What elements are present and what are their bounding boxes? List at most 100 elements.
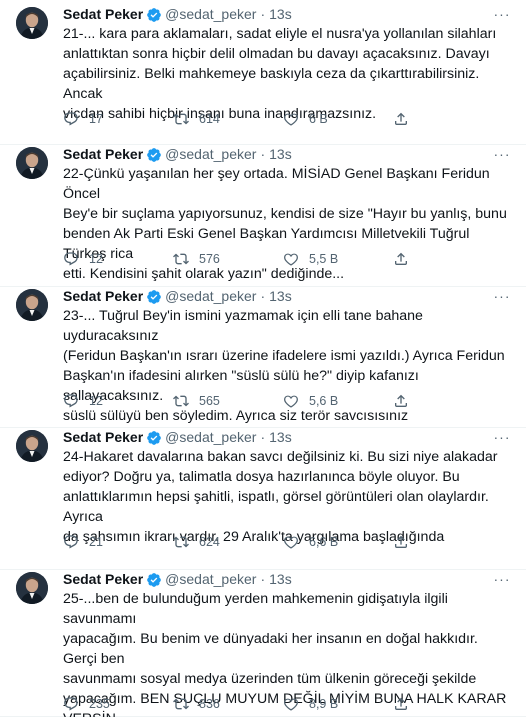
reply-button[interactable]: 17 — [63, 111, 173, 127]
share-button[interactable] — [393, 696, 503, 712]
like-count: 6,6 B — [309, 535, 339, 549]
like-count: 6 B — [309, 112, 328, 126]
tweet-header: Sedat Peker @sedat_peker · 13s — [63, 5, 292, 24]
reply-icon — [64, 112, 78, 126]
avatar-image — [16, 147, 48, 179]
retweet-icon — [173, 113, 189, 125]
more-dots-icon[interactable]: ··· — [492, 286, 512, 306]
author-handle[interactable]: @sedat_peker — [165, 5, 256, 24]
author-handle[interactable]: @sedat_peker — [165, 570, 256, 589]
separator-dot: · — [260, 571, 266, 587]
tweet[interactable]: Sedat Peker @sedat_peker · 13s ··· 23-..… — [0, 287, 526, 428]
retweet-icon — [173, 698, 189, 710]
avatar-image — [16, 430, 48, 462]
timestamp[interactable]: 13s — [269, 145, 292, 164]
separator-dot: · — [260, 6, 266, 22]
author-handle[interactable]: @sedat_peker — [165, 287, 256, 306]
reply-button[interactable]: 235 — [63, 696, 173, 712]
more-dots-icon[interactable]: ··· — [492, 427, 512, 447]
like-button[interactable]: 5,6 B — [283, 393, 393, 409]
reply-count: 235 — [89, 697, 110, 711]
share-button[interactable] — [393, 534, 503, 550]
retweet-icon — [173, 253, 189, 265]
share-button[interactable] — [393, 393, 503, 409]
share-icon — [395, 697, 407, 710]
author-name[interactable]: Sedat Peker — [63, 570, 143, 589]
separator-dot: · — [260, 429, 266, 445]
reply-button[interactable]: 12 — [63, 393, 173, 409]
like-count: 8,9 B — [309, 697, 339, 711]
reply-icon — [64, 535, 78, 549]
tweet[interactable]: Sedat Peker @sedat_peker · 13s ··· 25-..… — [0, 570, 526, 717]
tweet-actions: 12 576 5,5 B — [63, 249, 503, 269]
like-icon — [284, 698, 298, 711]
tweet[interactable]: Sedat Peker @sedat_peker · 13s ··· 22-Çü… — [0, 145, 526, 287]
share-icon — [395, 252, 407, 265]
author-name[interactable]: Sedat Peker — [63, 5, 143, 24]
separator-dot: · — [260, 288, 266, 304]
retweet-button[interactable]: 624 — [173, 534, 283, 550]
like-button[interactable]: 5,5 B — [283, 251, 393, 267]
like-button[interactable]: 6 B — [283, 111, 393, 127]
reply-count: 21 — [89, 535, 103, 549]
share-button[interactable] — [393, 111, 503, 127]
retweet-count: 624 — [199, 535, 220, 549]
verified-badge-icon — [146, 7, 162, 23]
tweet-actions: 21 624 6,6 B — [63, 532, 503, 552]
avatar-image — [16, 289, 48, 321]
retweet-button[interactable]: 836 — [173, 696, 283, 712]
retweet-icon — [173, 395, 189, 407]
verified-badge-icon — [146, 430, 162, 446]
retweet-button[interactable]: 614 — [173, 111, 283, 127]
tweet-header: Sedat Peker @sedat_peker · 13s — [63, 428, 292, 447]
more-dots-icon[interactable]: ··· — [492, 4, 512, 24]
author-name[interactable]: Sedat Peker — [63, 287, 143, 306]
like-icon — [284, 253, 298, 266]
tweet-header: Sedat Peker @sedat_peker · 13s — [63, 287, 292, 306]
avatar[interactable] — [16, 572, 48, 604]
verified-badge-icon — [146, 147, 162, 163]
avatar[interactable] — [16, 289, 48, 321]
retweet-icon — [173, 536, 189, 548]
timestamp[interactable]: 13s — [269, 428, 292, 447]
avatar[interactable] — [16, 147, 48, 179]
author-handle[interactable]: @sedat_peker — [165, 145, 256, 164]
retweet-count: 576 — [199, 252, 220, 266]
avatar[interactable] — [16, 7, 48, 39]
share-button[interactable] — [393, 251, 503, 267]
retweet-button[interactable]: 565 — [173, 393, 283, 409]
avatar-image — [16, 7, 48, 39]
like-button[interactable]: 8,9 B — [283, 696, 393, 712]
share-icon — [395, 112, 407, 125]
tweet-actions: 17 614 6 B — [63, 109, 503, 129]
more-dots-icon[interactable]: ··· — [492, 144, 512, 164]
retweet-count: 565 — [199, 394, 220, 408]
like-icon — [284, 536, 298, 549]
tweet-actions: 12 565 5,6 B — [63, 391, 503, 411]
reply-count: 12 — [89, 252, 103, 266]
retweet-button[interactable]: 576 — [173, 251, 283, 267]
like-icon — [284, 113, 298, 126]
timestamp[interactable]: 13s — [269, 570, 292, 589]
timestamp[interactable]: 13s — [269, 5, 292, 24]
author-name[interactable]: Sedat Peker — [63, 428, 143, 447]
retweet-count: 614 — [199, 112, 220, 126]
avatar[interactable] — [16, 430, 48, 462]
author-name[interactable]: Sedat Peker — [63, 145, 143, 164]
tweet[interactable]: Sedat Peker @sedat_peker · 13s ··· 21-..… — [0, 5, 526, 145]
author-handle[interactable]: @sedat_peker — [165, 428, 256, 447]
timestamp[interactable]: 13s — [269, 287, 292, 306]
avatar-image — [16, 572, 48, 604]
tweet-header: Sedat Peker @sedat_peker · 13s — [63, 570, 292, 589]
more-dots-icon[interactable]: ··· — [492, 569, 512, 589]
like-icon — [284, 395, 298, 408]
tweet-feed: Sedat Peker @sedat_peker · 13s ··· 21-..… — [0, 0, 526, 717]
reply-button[interactable]: 12 — [63, 251, 173, 267]
like-count: 5,6 B — [309, 394, 339, 408]
reply-icon — [64, 394, 78, 408]
reply-button[interactable]: 21 — [63, 534, 173, 550]
like-button[interactable]: 6,6 B — [283, 534, 393, 550]
tweet[interactable]: Sedat Peker @sedat_peker · 13s ··· 24-Ha… — [0, 428, 526, 570]
tweet-header: Sedat Peker @sedat_peker · 13s — [63, 145, 292, 164]
reply-count: 12 — [89, 394, 103, 408]
